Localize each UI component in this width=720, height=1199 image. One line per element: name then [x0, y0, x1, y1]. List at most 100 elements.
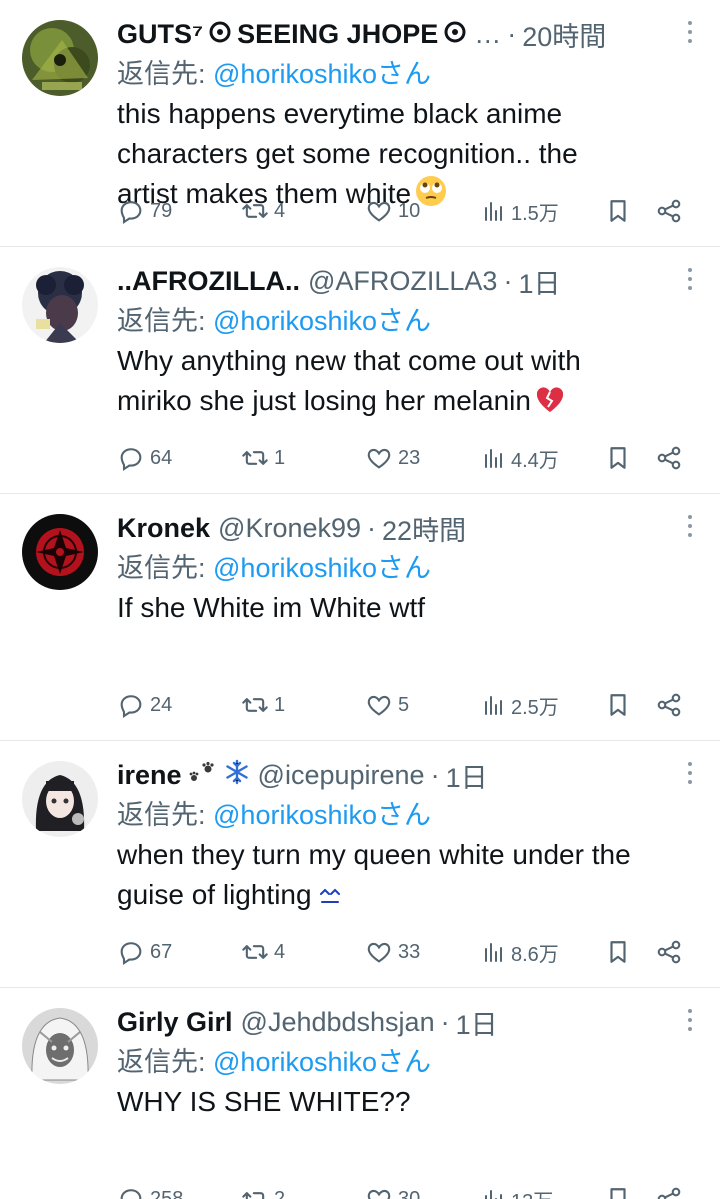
- views-button[interactable]: 4.4万: [482, 443, 559, 473]
- like-count: 10: [398, 199, 421, 222]
- bookmark-button[interactable]: [605, 196, 631, 226]
- more-options-button[interactable]: [676, 12, 704, 52]
- like-button[interactable]: 5: [365, 690, 409, 720]
- reply-button[interactable]: 64: [117, 443, 172, 473]
- like-count: 5: [398, 693, 410, 716]
- bookmark-icon: [610, 941, 626, 963]
- more-options-button[interactable]: [676, 1000, 704, 1040]
- tweet[interactable]: Girly Girl @Jehdbdshsjan · 1日 返信先: @hori…: [0, 988, 720, 1199]
- views-button[interactable]: 13万: [482, 1184, 553, 1199]
- tweet[interactable]: irene @icepupirene · 1日 返信先: @horikoshik…: [0, 741, 720, 988]
- views-button[interactable]: 2.5万: [482, 690, 559, 720]
- handle[interactable]: @Kronek99: [218, 513, 361, 544]
- handle[interactable]: @Jehdbdshsjan: [241, 1007, 435, 1038]
- timestamp[interactable]: 20時間: [522, 15, 606, 54]
- avatar[interactable]: [22, 1008, 98, 1084]
- separator-dot: ·: [507, 18, 517, 49]
- timestamp[interactable]: 1日: [518, 262, 560, 301]
- avatar[interactable]: [22, 267, 98, 343]
- tweet[interactable]: GUTS⁷ SEEING JHOPE … · 20時間 返信先: @horiko…: [0, 0, 720, 247]
- bookmark-icon: [610, 1188, 626, 1199]
- reply-button[interactable]: 67: [117, 937, 172, 967]
- share-button[interactable]: [655, 937, 683, 967]
- like-button[interactable]: 33: [365, 937, 420, 967]
- retweet-count: 1: [274, 446, 286, 469]
- view-count: 1.5万: [511, 202, 559, 225]
- reply-context: 返信先: @horikoshikoさん: [117, 795, 702, 835]
- retweet-button[interactable]: 2: [241, 1184, 285, 1199]
- views-button[interactable]: 1.5万: [482, 196, 559, 226]
- reply-count: 24: [150, 693, 173, 716]
- retweet-button[interactable]: 4: [241, 937, 285, 967]
- bookmark-button[interactable]: [605, 937, 631, 967]
- share-button[interactable]: [655, 690, 683, 720]
- display-name[interactable]: GUTS⁷: [117, 19, 203, 50]
- display-name[interactable]: Girly Girl: [117, 1007, 233, 1038]
- broken-heart-emoji-icon: [535, 385, 565, 425]
- view-count: 2.5万: [511, 696, 559, 719]
- bookmark-icon: [610, 694, 626, 716]
- like-button[interactable]: 30: [365, 1184, 420, 1199]
- heart-icon: [367, 448, 391, 469]
- tweet[interactable]: ..AFROZILLA.. @AFROZILLA3 · 1日 返信先: @hor…: [0, 247, 720, 494]
- retweet-button[interactable]: 4: [241, 196, 285, 226]
- like-button[interactable]: 10: [365, 196, 420, 226]
- reply-icon: [120, 1189, 142, 1199]
- like-button[interactable]: 23: [365, 443, 420, 473]
- avatar[interactable]: [22, 761, 98, 837]
- bookmark-button[interactable]: [605, 443, 631, 473]
- mention-link[interactable]: @horikoshikoさん: [213, 553, 431, 583]
- reply-context: 返信先: @horikoshikoさん: [117, 301, 702, 341]
- timestamp[interactable]: 1日: [456, 1003, 498, 1042]
- retweet-button[interactable]: 1: [241, 443, 285, 473]
- like-count: 30: [398, 1187, 421, 1199]
- circle-emoji-icon: [209, 19, 231, 50]
- display-name-suffix[interactable]: SEEING JHOPE: [237, 19, 438, 50]
- share-icon: [657, 1187, 681, 1199]
- display-name[interactable]: ..AFROZILLA..: [117, 266, 300, 297]
- timestamp[interactable]: 22時間: [382, 509, 466, 548]
- reply-prefix: 返信先:: [117, 306, 214, 336]
- tweet-text: If she White im White wtf: [117, 588, 702, 628]
- mention-link[interactable]: @horikoshikoさん: [213, 1047, 431, 1077]
- bookmark-icon: [610, 447, 626, 469]
- handle[interactable]: …: [474, 19, 501, 50]
- text-line-last: miriko she just losing her melanin: [117, 381, 702, 425]
- share-button[interactable]: [655, 443, 683, 473]
- mention-link[interactable]: @horikoshikoさん: [213, 800, 431, 830]
- timestamp[interactable]: 1日: [446, 756, 488, 795]
- avatar[interactable]: [22, 514, 98, 590]
- avatar[interactable]: [22, 20, 98, 96]
- more-options-button[interactable]: [676, 259, 704, 299]
- share-button[interactable]: [655, 1184, 683, 1199]
- tweet[interactable]: Kronek @Kronek99 · 22時間 返信先: @horikoshik…: [0, 494, 720, 741]
- reply-button[interactable]: 79: [117, 196, 172, 226]
- bar-chart-icon: [485, 943, 502, 962]
- more-options-button[interactable]: [676, 506, 704, 546]
- reply-button[interactable]: 24: [117, 690, 172, 720]
- reply-icon: [120, 201, 142, 225]
- display-name[interactable]: Kronek: [117, 513, 210, 544]
- heart-icon: [367, 695, 391, 716]
- mention-link[interactable]: @horikoshikoさん: [213, 59, 431, 89]
- bookmark-button[interactable]: [605, 1184, 631, 1199]
- separator-dot: ·: [440, 1006, 450, 1037]
- bookmark-button[interactable]: [605, 690, 631, 720]
- retweet-button[interactable]: 1: [241, 690, 285, 720]
- mention-link[interactable]: @horikoshikoさん: [213, 306, 431, 336]
- share-button[interactable]: [655, 196, 683, 226]
- handle[interactable]: @AFROZILLA3: [308, 266, 497, 297]
- like-count: 23: [398, 446, 421, 469]
- reply-button[interactable]: 258: [117, 1184, 183, 1199]
- display-name[interactable]: irene: [117, 760, 182, 791]
- handle[interactable]: @icepupirene: [258, 760, 425, 791]
- views-button[interactable]: 8.6万: [482, 937, 559, 967]
- reply-count: 67: [150, 940, 173, 963]
- action-bar: 67 4 33 8.6万: [117, 937, 702, 967]
- reply-prefix: 返信先:: [117, 1047, 214, 1077]
- reply-count: 258: [150, 1187, 184, 1199]
- action-bar: 64 1 23 4.4万: [117, 443, 702, 473]
- snowflake-emoji-icon: [224, 759, 250, 792]
- reply-icon: [120, 448, 142, 472]
- more-options-button[interactable]: [676, 753, 704, 793]
